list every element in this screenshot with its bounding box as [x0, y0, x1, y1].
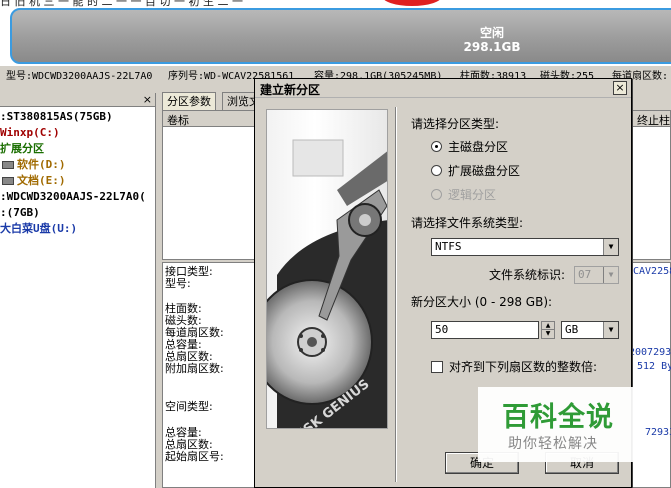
tree-item-disk1[interactable]: :WDCWD3200AAJS-22L7A0(: [0, 189, 146, 204]
radio-logical-label: 逻辑分区: [448, 187, 497, 202]
partition-size-input[interactable]: 50: [431, 321, 539, 339]
watermark-subtitle: 助你轻松解决: [508, 436, 598, 452]
size-unit-value: GB: [565, 323, 579, 336]
value-total-cut: 72933: [645, 427, 671, 438]
partition-size-label: 新分区大小 (0 - 298 GB):: [411, 295, 553, 309]
tree-item-label: :WDCWD3200AAJS-22L7A0(: [0, 190, 146, 203]
drive-icon: [2, 177, 14, 185]
value-model-cut: CAV2258: [633, 266, 671, 277]
fs-id-label: 文件系统标识:: [489, 268, 566, 282]
disk-map-strip: 日 旧 机 三 一 能 的 二 一 一 目 切 一 初 生 二 一 空闲 298…: [0, 0, 671, 66]
label-model: 型号:: [165, 277, 191, 290]
fs-type-label: 请选择文件系统类型:: [411, 216, 524, 230]
baike-watermark: 百科全说 助你轻松解决: [478, 387, 634, 462]
fs-type-value: NTFS: [435, 240, 462, 253]
tree-item-extended[interactable]: 扩展分区: [0, 141, 44, 156]
tree-item-label: 软件(D:): [17, 158, 66, 171]
tree-item-disk0[interactable]: :ST380815AS(75GB): [0, 109, 113, 124]
stepper-down-icon[interactable]: ▼: [542, 330, 554, 338]
free-size-text: 298.1GB: [463, 40, 521, 54]
radio-extended-label: 扩展磁盘分区: [448, 163, 521, 178]
column-volume[interactable]: 卷标: [167, 112, 189, 128]
dialog-title-bar[interactable]: 建立新分区 ×: [255, 79, 631, 98]
radio-primary-partition[interactable]: 主磁盘分区: [431, 139, 509, 154]
tree-item-label: Winxp(C:): [0, 126, 60, 139]
disk-free-space-bar[interactable]: 空闲 298.1GB: [10, 8, 671, 64]
size-unit-select[interactable]: GB ▼: [561, 321, 619, 339]
tree-close-button[interactable]: ×: [143, 93, 152, 106]
chevron-down-icon[interactable]: ▼: [603, 322, 618, 338]
radio-logical-partition: 逻辑分区: [431, 187, 497, 202]
tree-item-label: 文档(E:): [17, 174, 66, 187]
dialog-separator: [395, 107, 397, 482]
fs-id-value: 07: [578, 268, 592, 281]
partition-size-stepper[interactable]: ▲ ▼: [541, 321, 555, 339]
tree-item-label: :ST380815AS(75GB): [0, 110, 113, 123]
radio-dot-disabled-icon: [431, 188, 442, 200]
chevron-down-icon[interactable]: ▼: [603, 239, 618, 255]
free-space-label: 空闲 298.1GB: [452, 26, 532, 54]
stepper-up-icon[interactable]: ▲: [542, 322, 554, 330]
column-end-cylinder[interactable]: 终止柱: [637, 112, 670, 128]
hard-disk-graphic: DISK GENIUS: [267, 139, 387, 428]
label-start-sector: 起始扇区号:: [165, 450, 224, 463]
tree-item-e[interactable]: 文档(E:): [2, 173, 66, 188]
fs-type-select[interactable]: NTFS ▼: [431, 238, 619, 256]
drive-icon: [2, 161, 14, 169]
value-bytes-cut: 512 By: [637, 361, 671, 372]
align-sectors-label: 对齐到下列扇区数的整数倍:: [449, 360, 598, 374]
dialog-title: 建立新分区: [260, 83, 321, 97]
tab-partition-params[interactable]: 分区参数: [162, 92, 216, 110]
radio-dot-icon[interactable]: [431, 164, 442, 176]
dialog-close-button[interactable]: ×: [613, 81, 627, 95]
hard-disk-illustration: DISK GENIUS: [266, 109, 388, 429]
fs-id-select: 07 ▼: [574, 266, 619, 284]
value-sectors-cut: 20072933: [629, 347, 671, 358]
tree-item-usb[interactable]: 大白菜U盘(U:): [0, 221, 77, 236]
align-sectors-checkbox[interactable]: 对齐到下列扇区数的整数倍:: [431, 358, 597, 375]
label-extra-sectors: 附加扇区数:: [165, 362, 224, 375]
tree-item-label: 扩展分区: [0, 142, 44, 155]
watermark-title: 百科全说: [502, 402, 614, 433]
tree-item-label: 大白菜U盘(U:): [0, 222, 78, 235]
partition-type-label: 请选择分区类型:: [411, 117, 500, 131]
disk-tree-panel: × :ST380815AS(75GB) Winxp(C:) 扩展分区 软件(D:…: [0, 93, 156, 488]
tree-item-d[interactable]: 软件(D:): [2, 157, 66, 172]
radio-extended-partition[interactable]: 扩展磁盘分区: [431, 163, 521, 178]
checkbox-box[interactable]: [431, 360, 443, 373]
radio-primary-label: 主磁盘分区: [448, 139, 509, 154]
info-model: 型号:WDCWD3200AAJS-22L7A0: [6, 71, 153, 82]
label-space-type: 空间类型:: [165, 400, 213, 413]
tree-header: ×: [0, 93, 155, 107]
tree-item-label: :(7GB): [0, 206, 40, 219]
tree-item-disk2[interactable]: :(7GB): [0, 205, 40, 220]
chevron-down-icon: ▼: [603, 267, 618, 283]
radio-dot-checked-icon[interactable]: [431, 140, 442, 152]
toolbar-red-logo: [382, 0, 442, 6]
free-label-text: 空闲: [479, 26, 504, 40]
tree-item-c[interactable]: Winxp(C:): [0, 125, 60, 140]
partition-size-value: 50: [435, 323, 449, 336]
